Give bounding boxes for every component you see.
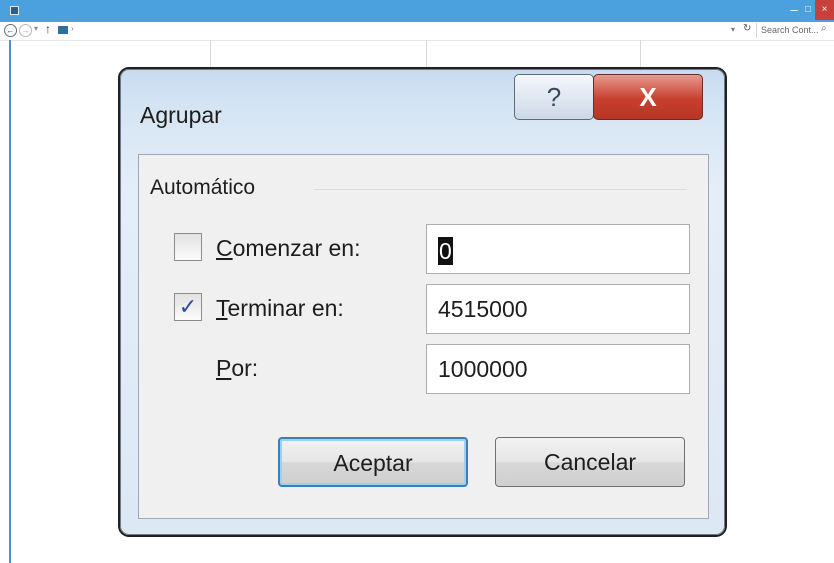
breadcrumb-chevron-icon[interactable]: ›	[71, 24, 74, 33]
help-icon: ?	[546, 82, 562, 112]
address-dropdown-icon[interactable]: ▾	[731, 25, 735, 34]
computer-icon	[58, 26, 68, 34]
recent-locations-chevron-icon[interactable]: ▾	[34, 24, 38, 33]
forward-arrow-icon[interactable]: →	[19, 24, 32, 37]
group-divider	[314, 189, 687, 190]
up-arrow-icon[interactable]: ↑	[45, 22, 51, 36]
refresh-icon[interactable]: ↻	[743, 23, 751, 34]
ok-button[interactable]: Aceptar	[278, 437, 468, 487]
cancel-button[interactable]: Cancelar	[495, 437, 685, 487]
start-at-label: Comenzar en:	[216, 235, 361, 261]
group-label-automatico: Automático	[150, 176, 260, 200]
start-at-input[interactable]: 0	[426, 224, 690, 274]
start-at-value: 0	[438, 236, 453, 265]
dialog-close-button[interactable]: X	[593, 74, 703, 120]
by-value: 1000000	[438, 356, 528, 382]
window-titlebar: – □ ×	[0, 0, 834, 22]
search-input[interactable]: Search Cont... ⌕	[756, 23, 833, 38]
search-placeholder: Search Cont...	[761, 25, 819, 35]
left-pane-edge	[9, 40, 11, 563]
end-at-label: Terminar en:	[216, 295, 344, 321]
close-icon: X	[639, 82, 657, 112]
dialog-title: Agrupar	[140, 102, 222, 128]
group-dialog: Agrupar ? X Automático Comenzar en: 0 ✓ …	[120, 69, 725, 535]
minimize-button[interactable]: –	[787, 2, 801, 18]
by-label: Por:	[216, 355, 259, 381]
help-button[interactable]: ?	[514, 74, 594, 120]
end-at-input[interactable]: 4515000	[426, 284, 690, 334]
start-at-checkbox[interactable]	[174, 233, 202, 261]
by-input[interactable]: 1000000	[426, 344, 690, 394]
window-close-button[interactable]: ×	[815, 0, 834, 20]
end-at-value: 4515000	[438, 296, 528, 322]
search-icon[interactable]: ⌕	[821, 23, 827, 34]
explorer-app-icon	[10, 6, 19, 15]
checkmark-icon: ✓	[178, 294, 198, 319]
back-arrow-icon[interactable]: ←	[4, 24, 17, 37]
maximize-button[interactable]: □	[801, 2, 815, 18]
address-bar: ← → ▾ ↑ › ▾ ↻ Search Cont... ⌕	[0, 22, 834, 41]
end-at-checkbox[interactable]: ✓	[174, 293, 202, 321]
